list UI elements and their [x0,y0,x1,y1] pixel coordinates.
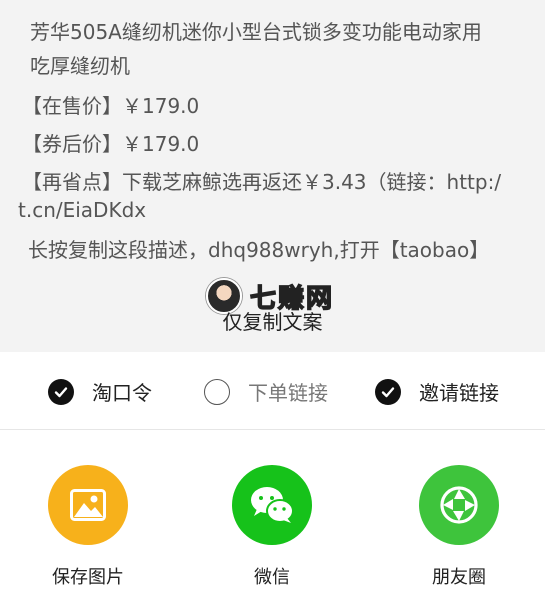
share-label: 微信 [254,567,290,588]
wechat-icon [232,465,312,545]
moments-icon [419,465,499,545]
description-panel[interactable]: 芳华505A缝纫机迷你小型台式锁多变功能电动家用 吃厚缝纫机 【在售价】￥179… [0,0,545,352]
share-label: 保存图片 [52,567,124,588]
checked-icon [48,378,74,405]
moments-share-button[interactable]: 朋友圈 [404,465,514,589]
coupon-price-line: 【券后价】￥179.0 [22,132,200,156]
option-taokouling[interactable]: 淘口令 [48,377,152,406]
description-line: 芳华505A缝纫机迷你小型台式锁多变功能电动家用 [30,20,482,44]
copy-only-button[interactable]: 仅复制文案 [0,306,545,335]
option-label: 下单链接 [248,381,328,405]
share-bar: 保存图片 微信 朋友圈 [0,431,545,592]
option-label: 邀请链接 [419,381,499,405]
options-bar: 淘口令 下单链接 邀请链接 [0,352,545,430]
image-icon [48,465,128,545]
copy-instruction-line: 长按复制这段描述，dhq988wryh,打开【taobao】 [28,238,490,262]
cashback-link[interactable]: t.cn/EiaDKdx [18,198,146,222]
option-order-link[interactable]: 下单链接 [204,377,328,406]
save-image-button[interactable]: 保存图片 [33,465,143,589]
price-line: 【在售价】￥179.0 [22,94,200,118]
description-line: 吃厚缝纫机 [30,54,130,78]
checked-icon [375,378,401,405]
option-invite-link[interactable]: 邀请链接 [375,377,499,406]
wechat-share-button[interactable]: 微信 [217,465,327,589]
option-label: 淘口令 [92,381,152,405]
unchecked-icon [204,378,230,405]
cashback-line: 【再省点】下载芝麻鲸选再返还￥3.43（链接：http:/ [22,170,502,194]
share-label: 朋友圈 [432,567,486,588]
